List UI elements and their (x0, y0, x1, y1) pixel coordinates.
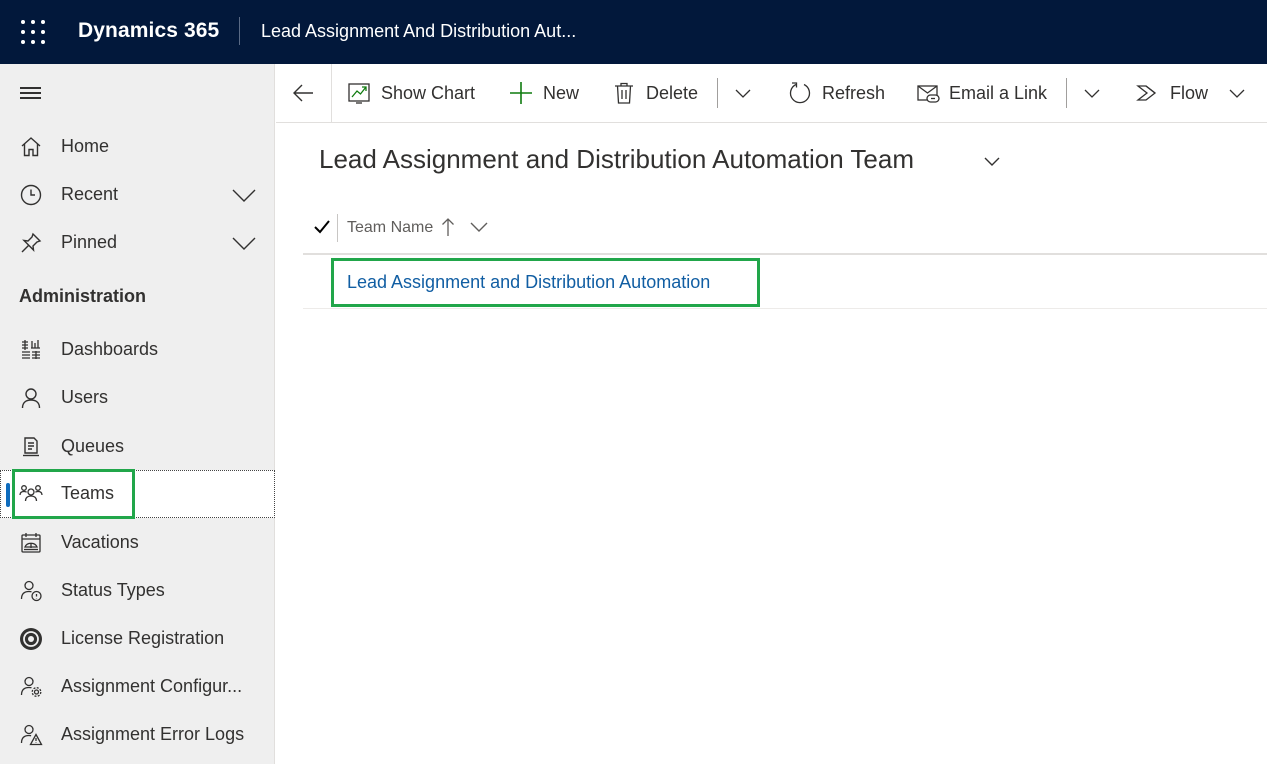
trash-icon (615, 82, 633, 104)
refresh-icon (789, 82, 811, 104)
team-name-link[interactable]: Lead Assignment and Distribution Automat… (347, 272, 710, 293)
license-icon (20, 628, 42, 650)
home-icon (21, 137, 41, 157)
view-title[interactable]: Lead Assignment and Distribution Automat… (319, 144, 914, 175)
column-header-team-name[interactable]: Team Name (347, 219, 433, 237)
divider (303, 308, 1267, 309)
flow-icon (1136, 85, 1157, 101)
dashboard-icon (22, 340, 40, 359)
sidebar-item-label: License Registration (61, 628, 225, 648)
sidebar-item-label: Home (61, 136, 110, 156)
divider (303, 253, 1267, 255)
select-all-checkmark-icon[interactable] (311, 216, 333, 238)
app-page-name[interactable]: Lead Assignment And Distribution Aut... (261, 21, 576, 42)
hamburger-menu-icon[interactable] (20, 85, 42, 101)
sidebar-item-label: Status Types (61, 580, 165, 600)
sidebar-item-users[interactable]: Users (0, 374, 275, 422)
email-link-icon (917, 85, 940, 103)
status-types-icon (20, 580, 42, 602)
column-menu-chevron-icon[interactable] (469, 217, 489, 237)
top-navigation-bar: Dynamics 365 Lead Assignment And Distrib… (0, 0, 1267, 64)
email-link-button[interactable]: Email a Link (916, 64, 1051, 122)
delete-button[interactable]: Delete (612, 64, 707, 122)
pin-icon (21, 232, 42, 253)
user-settings-icon (20, 676, 42, 697)
selected-indicator (6, 483, 10, 507)
sidebar-item-status-types[interactable]: Status Types (0, 567, 275, 615)
chevron-down-icon[interactable] (232, 183, 256, 207)
sort-ascending-icon (442, 218, 454, 236)
divider (337, 214, 338, 242)
sidebar-item-assignment-configuration[interactable]: Assignment Configur... (0, 663, 275, 711)
chart-icon (348, 83, 370, 104)
sidebar-item-queues[interactable]: Queues (0, 423, 275, 471)
arrow-left-icon (293, 84, 313, 102)
show-chart-button[interactable]: Show Chart (347, 64, 487, 122)
sidebar-item-pinned[interactable]: Pinned (0, 219, 275, 267)
show-chart-label: Show Chart (381, 83, 476, 103)
new-button[interactable]: New (509, 64, 589, 122)
sidebar-item-label: Dashboards (61, 339, 159, 359)
command-bar: Show Chart New Delete Refresh Email a Li… (276, 64, 1267, 123)
view-selector-chevron-icon[interactable] (981, 150, 1003, 172)
chevron-down-icon[interactable] (1225, 81, 1249, 105)
sidebar-section-title: Administration (19, 286, 147, 306)
sidebar-item-label: Queues (61, 436, 125, 456)
user-icon (21, 388, 41, 409)
flow-button[interactable]: Flow (1136, 64, 1256, 122)
chevron-down-icon[interactable] (232, 231, 256, 255)
plus-icon (510, 82, 532, 104)
teams-icon (19, 485, 43, 502)
app-name[interactable]: Dynamics 365 (78, 19, 219, 43)
chevron-down-icon[interactable] (1080, 81, 1104, 105)
clock-icon (20, 184, 42, 206)
user-warning-icon (20, 724, 43, 746)
sidebar-item-assignment-error-logs[interactable]: Assignment Error Logs (0, 711, 275, 759)
sidebar-item-label: Users (61, 387, 109, 407)
sidebar-item-label: Vacations (61, 532, 139, 552)
sitemap-sidebar: Home Recent Pinned Administration Dashbo… (0, 64, 275, 764)
refresh-label: Refresh (822, 83, 886, 103)
divider (239, 17, 240, 45)
calendar-icon (21, 533, 41, 553)
sidebar-item-label: Assignment Configur... (61, 676, 243, 696)
delete-label: Delete (646, 83, 699, 103)
app-launcher-icon[interactable] (21, 20, 45, 44)
refresh-button[interactable]: Refresh (788, 64, 888, 122)
sidebar-item-label: Pinned (61, 232, 118, 252)
flow-label: Flow (1170, 83, 1209, 103)
sidebar-item-license-registration[interactable]: License Registration (0, 615, 275, 663)
new-label: New (543, 83, 580, 103)
sidebar-item-recent[interactable]: Recent (0, 171, 275, 219)
chevron-down-icon[interactable] (731, 81, 755, 105)
queue-icon (23, 437, 39, 457)
sidebar-item-teams[interactable]: Teams (0, 470, 275, 518)
sidebar-item-label: Teams (61, 483, 115, 503)
sidebar-item-label: Recent (61, 184, 119, 204)
sidebar-item-vacations[interactable]: Vacations (0, 519, 275, 567)
divider (717, 78, 718, 108)
email-link-label: Email a Link (949, 83, 1048, 103)
back-button[interactable] (276, 64, 332, 122)
sidebar-item-dashboards[interactable]: Dashboards (0, 326, 275, 374)
divider (1066, 78, 1067, 108)
sidebar-item-label: Assignment Error Logs (61, 724, 245, 744)
sidebar-item-home[interactable]: Home (0, 123, 275, 171)
